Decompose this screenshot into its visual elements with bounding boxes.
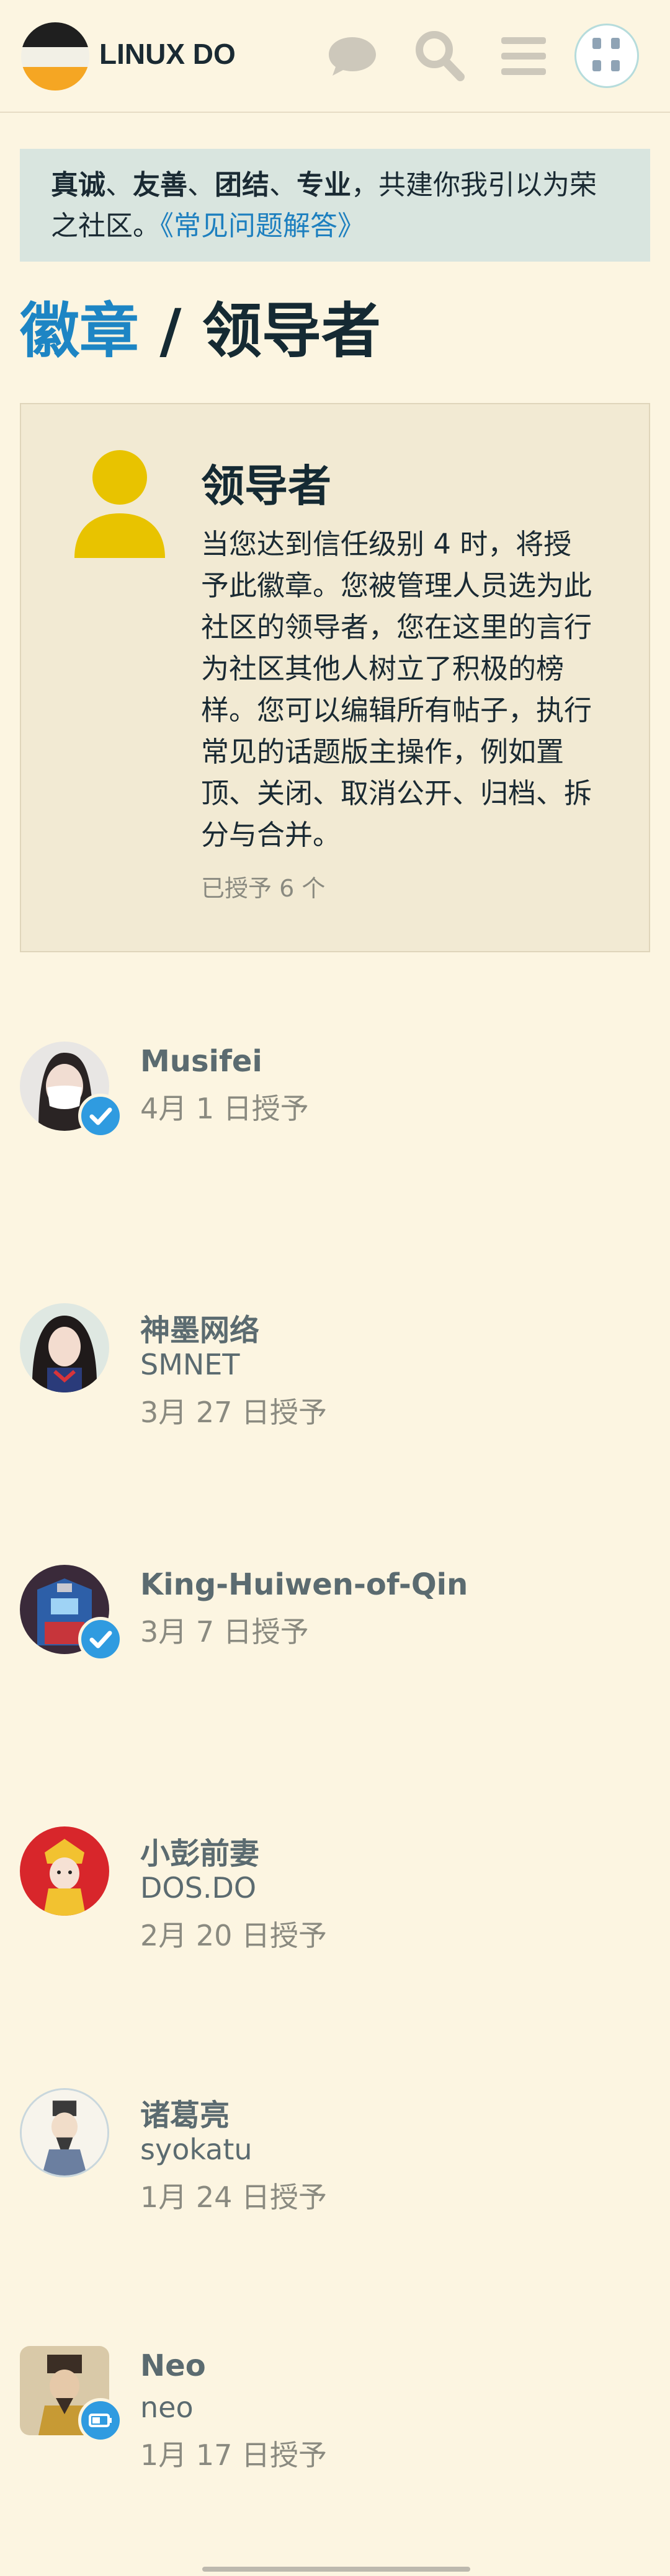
search-icon[interactable]: [409, 26, 469, 86]
user-list-item[interactable]: Musifei 4月 1 日授予: [20, 1042, 650, 1166]
granted-date: 3月 7 日授予: [140, 1615, 309, 1649]
granted-date: 4月 1 日授予: [140, 1092, 309, 1125]
faq-link[interactable]: 《常见问题解答》: [160, 210, 365, 242]
user-name[interactable]: 神墨网络: [140, 1306, 259, 1349]
user-badge-icon: [74, 450, 165, 558]
breadcrumb: 徽章 / 领导者: [20, 296, 381, 366]
user-list-item[interactable]: King-Huiwen-of-Qin 3月 7 日授予: [20, 1565, 650, 1689]
user-name[interactable]: 诸葛亮: [140, 2091, 230, 2134]
site-header: LINUX DO: [0, 0, 670, 113]
user-name[interactable]: Musifei: [140, 1044, 262, 1079]
community-banner: 真诚、友善、团结、专业，共建你我引以为荣之社区。《常见问题解答》: [20, 149, 650, 262]
user-name[interactable]: Neo: [140, 2348, 206, 2383]
battery-flair-icon: [78, 2398, 123, 2443]
user-title: SMNET: [140, 1348, 240, 1381]
user-title: neo: [140, 2391, 194, 2424]
breadcrumb-badges-link[interactable]: 徽章: [20, 296, 139, 366]
granted-date: 1月 17 日授予: [140, 2438, 328, 2472]
badge-title: 领导者: [201, 461, 331, 511]
user-list-item[interactable]: 诸葛亮 syokatu 1月 24 日授予: [20, 2088, 650, 2214]
chat-icon[interactable]: [323, 26, 382, 86]
granted-date: 1月 24 日授予: [140, 2180, 328, 2214]
verified-flair-icon: [78, 1617, 123, 1662]
user-list-item[interactable]: 小彭前妻 DOS.DO 2月 20 日授予: [20, 1826, 650, 1952]
avatar[interactable]: [20, 2088, 109, 2177]
current-user-avatar[interactable]: [574, 24, 639, 88]
granted-date: 2月 20 日授予: [140, 1919, 328, 1952]
hamburger-menu-icon[interactable]: [494, 26, 553, 86]
user-list-item[interactable]: Neo neo 1月 17 日授予: [20, 2346, 650, 2472]
badge-card: 领导者 当您达到信任级别 4 时，将授予此徽章。您被管理人员选为此社区的领导者，…: [20, 403, 650, 952]
user-name[interactable]: 小彭前妻: [140, 1829, 259, 1872]
granted-date: 3月 27 日授予: [140, 1396, 328, 1429]
home-indicator: [202, 2567, 470, 2572]
avatar[interactable]: [20, 1826, 109, 1916]
badge-description: 当您达到信任级别 4 时，将授予此徽章。您被管理人员选为此社区的领导者，您在这里…: [201, 528, 592, 851]
site-logo[interactable]: [21, 22, 89, 91]
avatar[interactable]: [20, 1303, 109, 1392]
user-title: DOS.DO: [140, 1871, 257, 1905]
site-name[interactable]: LINUX DO: [99, 37, 236, 71]
granted-count: 已授予 6 个: [201, 875, 326, 902]
user-title: syokatu: [140, 2133, 252, 2166]
verified-flair-icon: [78, 1094, 123, 1138]
banner-keyword: 真诚: [51, 169, 105, 201]
user-list-item[interactable]: 神墨网络 SMNET 3月 27 日授予: [20, 1303, 650, 1429]
page-title: 领导者: [202, 296, 381, 366]
banner-keyword: 专业: [297, 169, 351, 201]
banner-keyword: 友善: [133, 169, 187, 201]
user-name[interactable]: King-Huiwen-of-Qin: [140, 1567, 468, 1602]
banner-keyword: 团结: [215, 169, 269, 201]
